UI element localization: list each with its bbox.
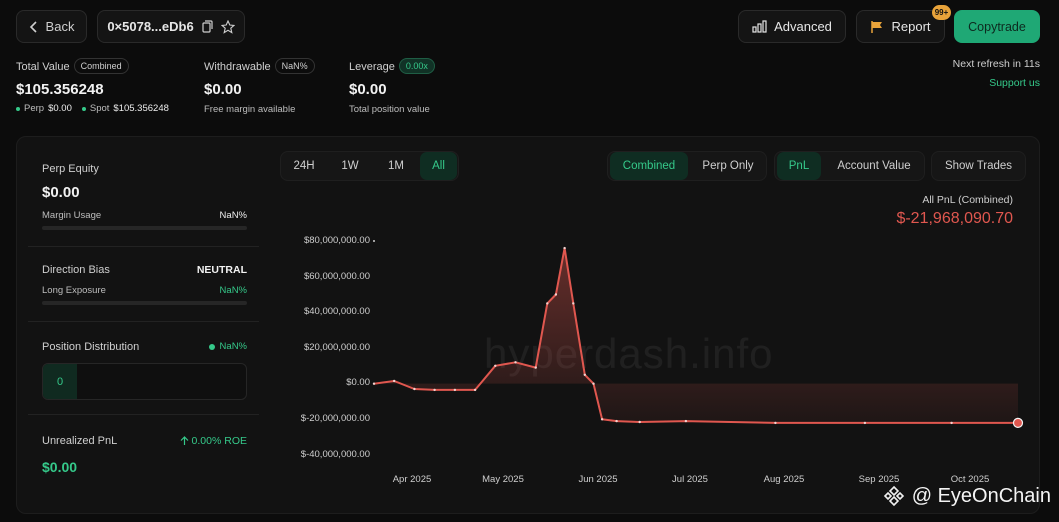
perp-dot-icon [16, 106, 20, 111]
perp-equity-value: $0.00 [42, 184, 80, 201]
report-label: Report [891, 19, 931, 34]
position-distribution-label: Position Distribution [42, 341, 140, 353]
status-dot-icon [208, 343, 215, 350]
pnl-value: $-21,968,090.70 [896, 210, 1013, 227]
divider [28, 321, 259, 322]
withdrawable-amount: $0.00 [204, 81, 242, 98]
chart-label: All PnL (Combined) [922, 194, 1013, 206]
x-tick-label: Apr 2025 [392, 474, 432, 485]
total-value-block: Total Value Combined $105.356248 Perp $0.… [16, 57, 169, 114]
tab-combined[interactable]: Combined [610, 152, 688, 180]
watermark-text: hyperdash.info [484, 330, 774, 377]
long-exposure-value: NaN% [219, 285, 247, 296]
bar-chart-icon [752, 20, 767, 33]
leverage-sub: Total position value [349, 104, 430, 115]
wallet-address: 0×5078...eDb6 [107, 19, 194, 34]
tab-1m[interactable]: 1M [375, 152, 417, 180]
metric-tabs: PnL Account Value [774, 151, 925, 181]
tab-perp-only[interactable]: Perp Only [690, 152, 766, 180]
position-distribution-box: 0 [42, 363, 247, 400]
y-tick-label: $-40,000,000.00 [300, 449, 370, 460]
y-tick-label: $80,000,000.00 [303, 235, 370, 246]
withdrawable-label: Withdrawable [204, 61, 271, 73]
tab-1w[interactable]: 1W [329, 152, 371, 180]
position-distribution-value: NaN% [219, 341, 247, 352]
chevron-left-icon [29, 20, 39, 33]
tab-all[interactable]: All [420, 152, 457, 180]
roe-indicator: 0.00% ROE [150, 435, 247, 447]
perp-equity-label: Perp Equity [42, 163, 99, 175]
leverage-label: Leverage [349, 61, 395, 73]
x-tick-label: Jun 2025 [578, 474, 618, 485]
tab-account-value[interactable]: Account Value [825, 152, 923, 180]
x-tick-label: May 2025 [482, 474, 524, 485]
brand-watermark-text: @ EyeOnChain [911, 484, 1051, 507]
arrow-up-icon [180, 436, 189, 446]
report-badge: 99+ [932, 5, 951, 20]
divider [28, 246, 259, 247]
time-range-tabs: 24H 1W 1M All [280, 151, 459, 181]
perp-value: $0.00 [48, 103, 72, 114]
back-button[interactable]: Back [16, 10, 87, 43]
y-tick-label: $-20,000,000.00 [300, 413, 370, 424]
long-exposure-bar [42, 301, 247, 305]
dashboard-card [16, 136, 1040, 514]
leverage-badge: 0.00x [398, 58, 435, 74]
spot-value: $105.356248 [113, 103, 169, 114]
total-value-label: Total Value [16, 61, 70, 73]
tab-24h[interactable]: 24H [283, 152, 325, 180]
perp-label: Perp [24, 103, 45, 114]
refresh-status: Next refresh in 11s [952, 58, 1040, 70]
address-chip[interactable]: 0×5078...eDb6 [97, 10, 245, 43]
spot-dot-icon [81, 106, 86, 111]
flag-icon [870, 20, 884, 34]
withdrawable-sub: Free margin available [204, 104, 296, 115]
y-tick-label: $60,000,000.00 [303, 271, 370, 282]
roe-value: 0.00% ROE [191, 435, 247, 447]
margin-usage-bar [42, 226, 247, 230]
advanced-button[interactable]: Advanced [738, 10, 846, 43]
withdrawable-block: Withdrawable NaN% $0.00 Free margin avail… [204, 57, 315, 115]
y-tick-label: $40,000,000.00 [303, 306, 370, 317]
brand-watermark: @ EyeOnChain [882, 484, 1051, 508]
leverage-block: Leverage 0.00x $0.00 Total position value [349, 57, 435, 115]
back-label: Back [45, 19, 75, 34]
x-tick-label: Aug 2025 [763, 474, 805, 485]
withdrawable-badge: NaN% [274, 58, 315, 74]
margin-usage-value: NaN% [219, 210, 247, 221]
tab-pnl[interactable]: PnL [777, 152, 821, 180]
total-value-badge: Combined [73, 58, 129, 74]
copytrade-button[interactable]: Copytrade [954, 10, 1040, 43]
y-tick-label: $20,000,000.00 [303, 342, 370, 353]
show-trades-label: Show Trades [944, 160, 1013, 172]
direction-bias-value: NEUTRAL [196, 264, 247, 276]
support-link[interactable]: Support us [989, 77, 1040, 89]
binance-logo-icon [882, 484, 906, 508]
spot-label: Spot [89, 103, 110, 114]
position-count: 0 [43, 364, 77, 399]
copy-icon[interactable] [202, 20, 213, 33]
total-value-amount: $105.356248 [16, 81, 104, 98]
mode-tabs: Combined Perp Only [607, 151, 767, 181]
star-icon[interactable] [220, 19, 235, 34]
y-tick-label: $0.00 [346, 377, 370, 388]
x-tick-label: Jul 2025 [672, 474, 708, 485]
advanced-label: Advanced [774, 19, 832, 34]
unrealized-pnl-value: $0.00 [42, 459, 78, 475]
position-distribution-status: NaN% [160, 341, 247, 352]
leverage-amount: $0.00 [349, 81, 387, 98]
divider [28, 414, 259, 415]
unrealized-pnl-label: Unrealized PnL [42, 435, 118, 447]
show-trades-button[interactable]: Show Trades [931, 151, 1026, 181]
